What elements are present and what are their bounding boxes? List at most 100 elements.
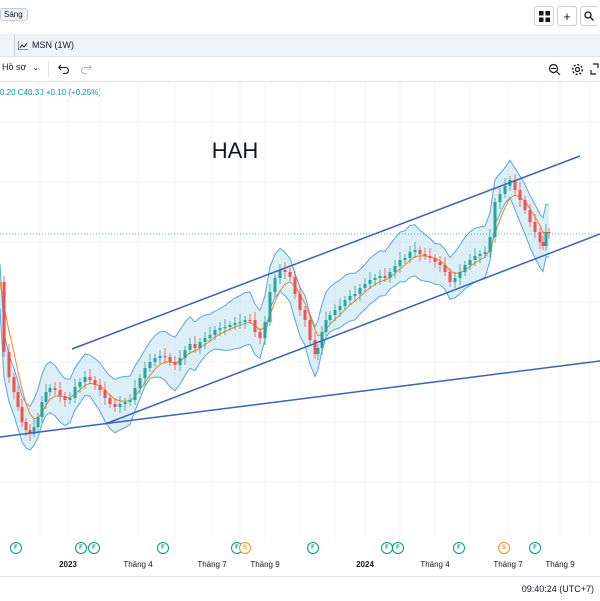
time-axis[interactable]: 2023 Tháng 4 Tháng 7 Tháng 9 2024 Tháng 4 Thán… <box>0 556 600 576</box>
candle-body <box>403 258 407 260</box>
event-financial-marker[interactable]: F <box>75 542 87 554</box>
candle-body <box>40 402 44 417</box>
candle-body <box>383 276 387 278</box>
event-financial-marker[interactable]: F <box>307 542 319 554</box>
candle-body <box>313 340 317 354</box>
candle-body <box>7 352 11 377</box>
candle-body <box>408 252 412 258</box>
candle-body <box>293 277 297 294</box>
candle-body <box>541 242 545 246</box>
status-bar: 09:40:24 (UTC+7) <box>0 576 600 601</box>
candle-body <box>36 417 40 427</box>
candle-body <box>288 272 292 277</box>
candle-body <box>2 282 6 352</box>
tab-bar: MSN (1W) <box>0 34 600 57</box>
expand-icon <box>590 63 599 75</box>
chart-icon <box>18 40 28 50</box>
candle-body <box>68 398 72 400</box>
candle-body <box>468 260 472 265</box>
theme-toggle[interactable]: Sáng <box>0 8 28 21</box>
candle-body <box>518 190 522 200</box>
candle-body <box>253 320 257 332</box>
undo-button[interactable] <box>56 61 72 77</box>
chevron-down-icon: ⌄ <box>32 62 40 72</box>
price-chart[interactable]: HAH <box>0 82 600 538</box>
candle-body <box>373 278 377 280</box>
undo-icon <box>58 64 69 74</box>
fullscreen-button[interactable] <box>590 61 600 77</box>
candle-body <box>473 256 477 260</box>
tab-label: MSN (1W) <box>32 40 74 50</box>
snapshot-button[interactable] <box>546 61 562 77</box>
event-split-marker[interactable]: S <box>498 542 510 554</box>
clock: 09:40:24 (UTC+7) <box>521 584 594 594</box>
layout-grid-button[interactable] <box>534 6 554 26</box>
search-icon <box>584 11 594 21</box>
events-row: FFFFFSFFFFSF <box>0 540 600 556</box>
x-tick-label: Tháng 9 <box>250 560 280 569</box>
candle-body <box>133 388 137 400</box>
candle-body <box>143 368 147 378</box>
candle-body <box>193 344 197 348</box>
event-financial-marker[interactable]: F <box>157 542 169 554</box>
chart-toolbar: Hồ sơ ⌄ <box>0 57 600 82</box>
candle-body <box>463 265 467 272</box>
candle-body <box>398 260 402 266</box>
event-financial-marker[interactable]: F <box>10 542 22 554</box>
candle-body <box>316 348 320 354</box>
candle-body <box>243 320 247 322</box>
gear-icon <box>571 63 583 75</box>
candle-body <box>498 194 502 202</box>
chart-tab[interactable]: MSN (1W) <box>0 34 132 56</box>
x-tick-label: Tháng 7 <box>493 560 523 569</box>
search-button[interactable] <box>580 6 597 26</box>
candle-body <box>478 254 482 256</box>
add-button[interactable]: + <box>557 6 577 26</box>
event-financial-marker[interactable]: F <box>88 542 100 554</box>
candle-body <box>547 232 551 234</box>
candle-body <box>113 404 117 407</box>
candle-body <box>273 278 277 292</box>
candle-body <box>78 382 82 387</box>
candle-body <box>483 252 487 254</box>
candle-body <box>453 278 457 282</box>
x-tick-label: 2024 <box>356 560 374 569</box>
candle-body <box>218 328 222 330</box>
event-split-marker[interactable]: S <box>239 542 251 554</box>
candle-body <box>348 296 352 300</box>
event-financial-marker[interactable]: F <box>529 542 541 554</box>
top-bar: Sáng + <box>0 0 600 35</box>
candle-body <box>438 262 442 265</box>
x-tick-label: Tháng 4 <box>123 560 153 569</box>
candle-body <box>228 325 232 327</box>
candle-body <box>63 396 67 400</box>
candle-body <box>168 357 172 362</box>
candle-body <box>418 250 422 254</box>
event-financial-marker[interactable]: F <box>453 542 465 554</box>
candle-body <box>198 342 202 348</box>
channel-lower-trendline <box>104 233 600 425</box>
candle-body <box>493 202 497 237</box>
candle-body <box>388 272 392 278</box>
candle-body <box>308 320 312 340</box>
candle-body <box>278 270 282 278</box>
ticker-label: HAH <box>212 138 258 163</box>
candle-body <box>328 315 332 320</box>
redo-icon <box>81 64 92 74</box>
candle-body <box>123 402 127 404</box>
candle-body <box>283 270 287 272</box>
candle-body <box>248 320 252 322</box>
candle-body <box>448 272 452 282</box>
candle-body <box>433 258 437 262</box>
candle-body <box>98 385 102 390</box>
profile-dropdown[interactable]: Hồ sơ ⌄ <box>2 62 39 72</box>
candle-body <box>108 398 112 404</box>
candle-body <box>213 330 217 335</box>
candle-body <box>333 310 337 315</box>
redo-button[interactable] <box>78 61 94 77</box>
settings-button[interactable] <box>569 61 585 77</box>
candle-body <box>20 407 24 422</box>
event-financial-marker[interactable]: F <box>392 542 404 554</box>
candle-body <box>93 380 97 385</box>
candle-body <box>393 266 397 272</box>
